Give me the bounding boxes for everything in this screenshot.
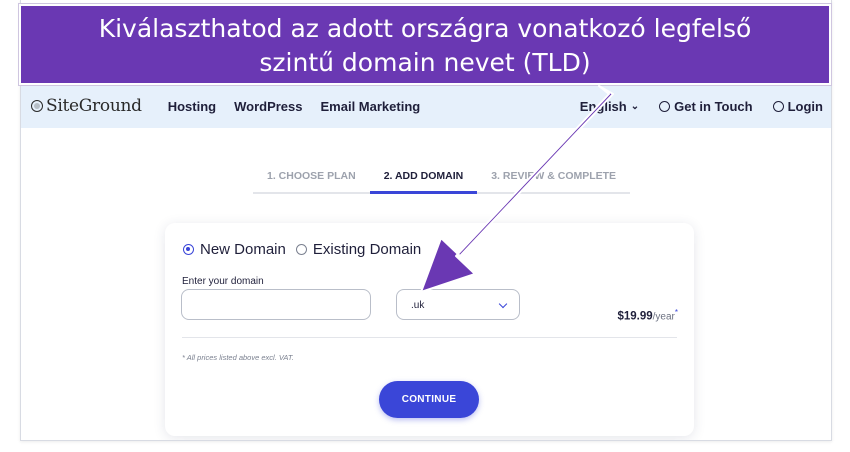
annotation-line-1: Kiválaszthatod az adott országra vonatko… bbox=[98, 14, 752, 43]
chevron-down-icon: ⌄ bbox=[630, 100, 640, 112]
question-circle-icon bbox=[659, 100, 671, 112]
language-selector[interactable]: English ⌄ bbox=[580, 99, 639, 114]
nav-right-group: English ⌄ Get in Touch Login bbox=[580, 84, 823, 128]
card-divider bbox=[182, 337, 677, 338]
checkout-steps: 1. CHOOSE PLAN 2. ADD DOMAIN 3. REVIEW &… bbox=[253, 170, 631, 194]
logo-mark-icon bbox=[31, 100, 43, 112]
domain-price: $19.99/year* bbox=[617, 308, 678, 323]
radio-new-domain[interactable] bbox=[183, 244, 194, 255]
annotation-banner: Kiválaszthatod az adott országra vonatko… bbox=[18, 3, 832, 86]
top-navigation: SiteGround Hosting WordPress Email Marke… bbox=[21, 84, 831, 128]
domain-input[interactable] bbox=[181, 289, 371, 320]
nav-link-email-marketing[interactable]: Email Marketing bbox=[321, 99, 421, 114]
login-label: Login bbox=[787, 98, 823, 114]
domain-field-label: Enter your domain bbox=[182, 276, 264, 287]
step-review-complete[interactable]: 3. REVIEW & COMPLETE bbox=[477, 170, 631, 194]
get-in-touch-label: Get in Touch bbox=[674, 98, 753, 114]
get-in-touch-link[interactable]: Get in Touch bbox=[659, 98, 753, 114]
price-amount: $19.99 bbox=[617, 310, 653, 323]
continue-button[interactable]: CONTINUE bbox=[379, 381, 479, 418]
radio-existing-domain-label[interactable]: Existing Domain bbox=[313, 241, 421, 258]
price-footnote-mark: * bbox=[674, 308, 678, 317]
login-link[interactable]: Login bbox=[772, 98, 823, 114]
radio-new-domain-label[interactable]: New Domain bbox=[200, 241, 286, 258]
user-circle-icon bbox=[772, 100, 784, 112]
chevron-down-icon bbox=[498, 299, 508, 309]
vat-note: * All prices listed above excl. VAT. bbox=[182, 353, 294, 362]
language-label: English bbox=[579, 98, 627, 114]
domain-type-options: New Domain Existing Domain bbox=[183, 241, 431, 258]
siteground-logo[interactable]: SiteGround bbox=[31, 96, 142, 116]
domain-card: New Domain Existing Domain Enter your do… bbox=[165, 223, 694, 436]
tld-select-value: .uk bbox=[411, 300, 425, 311]
tld-select[interactable]: .uk bbox=[396, 289, 520, 320]
logo-text: SiteGround bbox=[46, 96, 142, 116]
step-add-domain[interactable]: 2. ADD DOMAIN bbox=[369, 170, 478, 194]
nav-link-hosting[interactable]: Hosting bbox=[168, 99, 216, 114]
price-unit: /year bbox=[652, 311, 675, 323]
annotation-line-2: szintű domain nevet (TLD) bbox=[259, 48, 591, 77]
radio-existing-domain[interactable] bbox=[295, 244, 307, 255]
nav-link-wordpress[interactable]: WordPress bbox=[234, 99, 302, 114]
step-choose-plan[interactable]: 1. CHOOSE PLAN bbox=[253, 170, 370, 194]
